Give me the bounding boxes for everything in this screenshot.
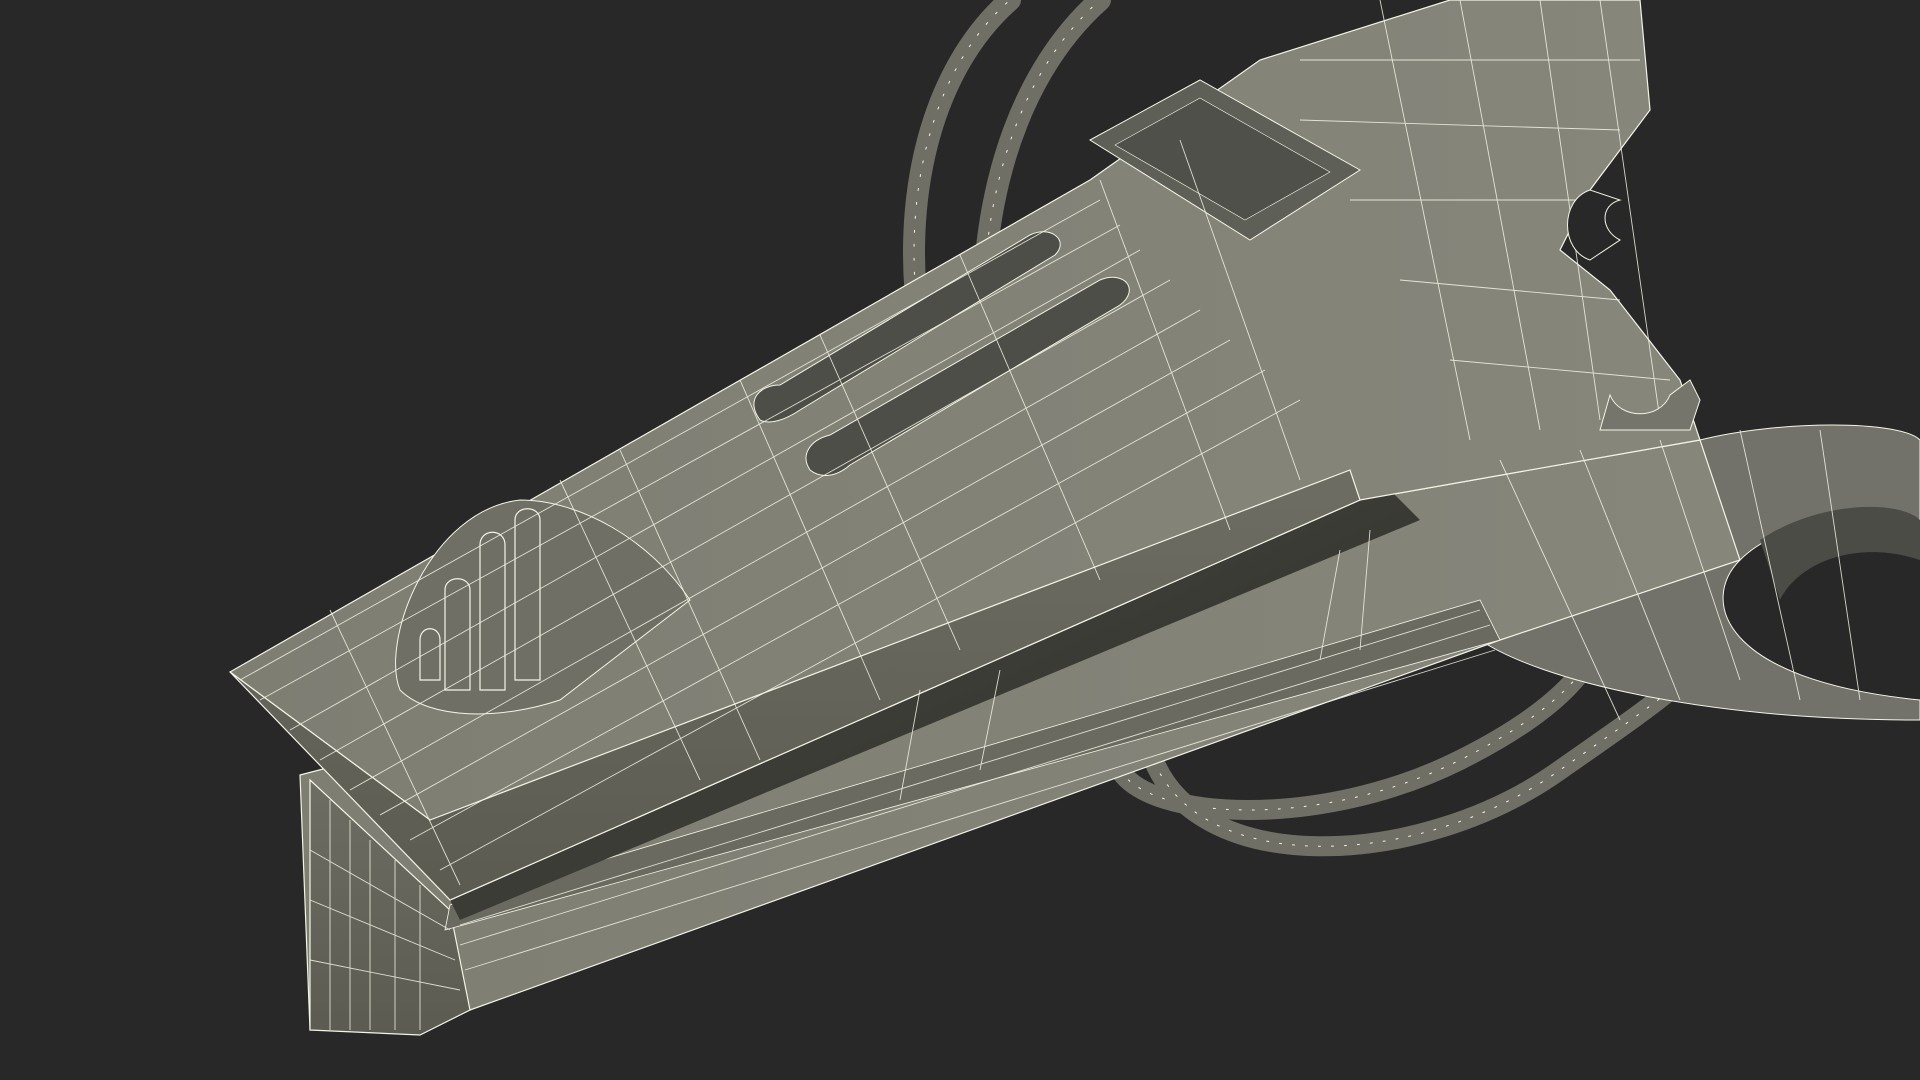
render-viewport [0,0,1920,1080]
wireframe-render [228,0,1920,1036]
